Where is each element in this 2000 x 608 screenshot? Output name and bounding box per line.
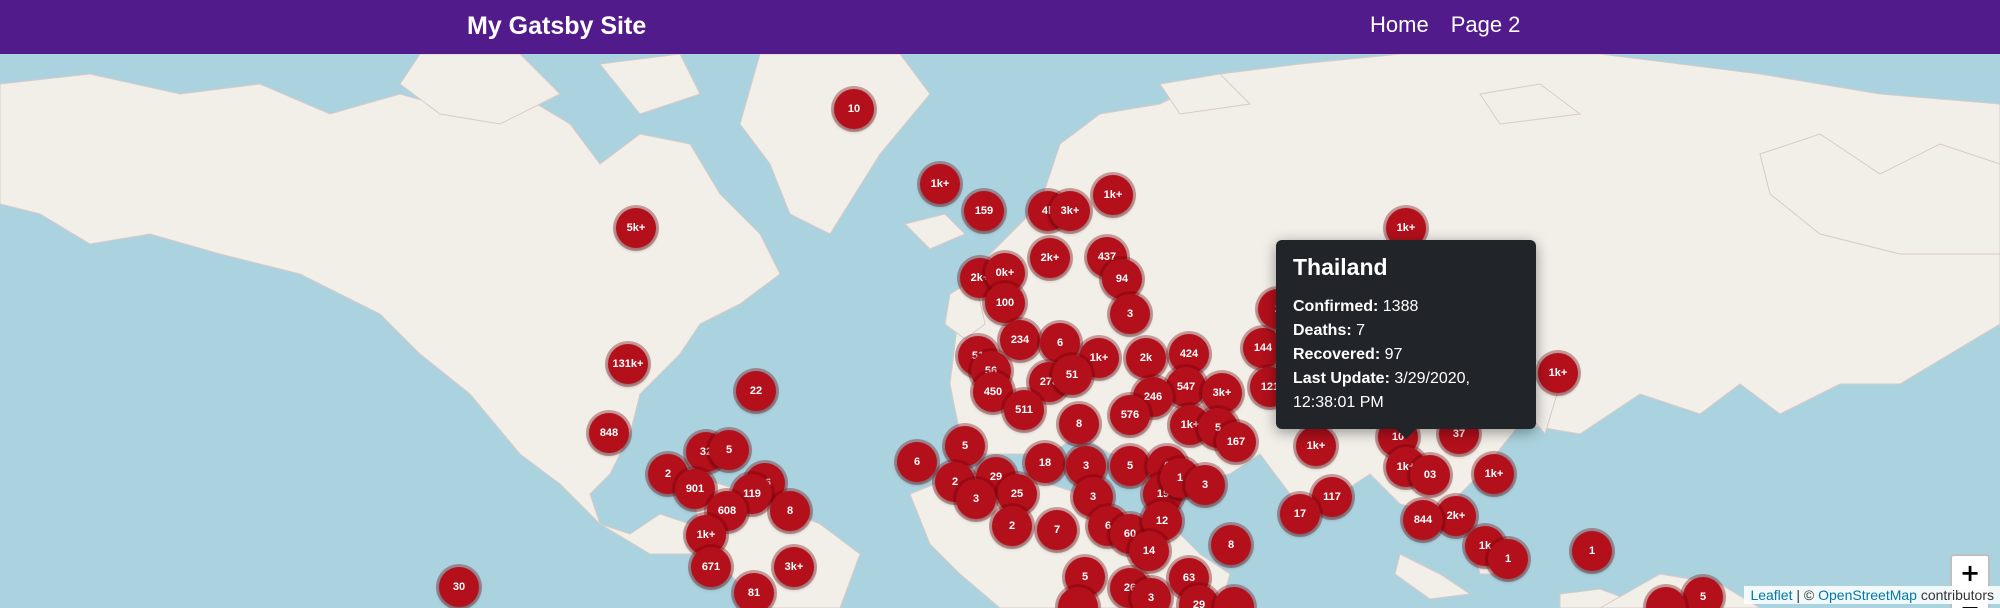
popup-tip	[1396, 429, 1416, 439]
cluster-marker[interactable]: 848	[589, 413, 629, 453]
cluster-marker[interactable]: 8	[1211, 525, 1251, 565]
cluster-marker[interactable]: 5	[945, 426, 985, 466]
cluster-marker[interactable]: 94	[1102, 259, 1142, 299]
popup-label: Last Update:	[1293, 370, 1390, 387]
country-popup[interactable]: Thailand Confirmed: 1388 Deaths: 7 Recov…	[1276, 240, 1536, 439]
attribution-separator: | ©	[1796, 587, 1815, 603]
popup-country-name: Thailand	[1293, 254, 1388, 280]
cluster-marker[interactable]: 2	[992, 506, 1032, 546]
map[interactable]: 10 1k+ 159 4k 3k+ 1k+ 5k+ 2k+ 437 2k+ 0k+ 94 100 3 234…	[0, 54, 2000, 608]
cluster-marker[interactable]: 5k+	[616, 208, 656, 248]
cluster-marker[interactable]: 511	[1004, 390, 1044, 430]
cluster-marker[interactable]: 1k+	[1538, 353, 1578, 393]
attribution-contributors: contributors	[1920, 587, 1994, 603]
cluster-marker[interactable]: 167	[1216, 422, 1256, 462]
cluster-marker[interactable]: 6	[897, 442, 937, 482]
cluster-marker[interactable]: 3k+	[1202, 373, 1242, 413]
cluster-marker[interactable]: 5	[709, 430, 749, 470]
leaflet-link[interactable]: Leaflet	[1750, 587, 1792, 603]
popup-label: Recovered:	[1293, 346, 1381, 363]
cluster-marker[interactable]: 2k	[1126, 338, 1166, 378]
cluster-marker[interactable]: 03	[1410, 455, 1450, 495]
popup-label: Deaths:	[1293, 322, 1352, 339]
map-attribution: Leaflet | © OpenStreetMap contributors	[1744, 586, 2000, 604]
cluster-marker[interactable]: 844	[1403, 500, 1443, 540]
cluster-marker[interactable]: 2k+	[1030, 238, 1070, 278]
popup-row-deaths: Deaths: 7	[1293, 319, 1520, 343]
cluster-marker[interactable]: 8	[1059, 404, 1099, 444]
cluster-marker[interactable]: 1	[1488, 539, 1528, 579]
cluster-marker[interactable]: 18	[1025, 443, 1065, 483]
popup-row-confirmed: Confirmed: 1388	[1293, 295, 1520, 319]
main-nav: Home Page 2	[1370, 12, 1520, 38]
popup-row-last-update: Last Update: 3/29/2020, 12:38:01 PM	[1293, 367, 1520, 415]
cluster-marker[interactable]: 1k+	[1474, 454, 1514, 494]
cluster-marker[interactable]: 1k+	[920, 164, 960, 204]
nav-link-page-2[interactable]: Page 2	[1451, 12, 1521, 38]
cluster-marker[interactable]: 131k+	[608, 344, 648, 384]
popup-value: 1388	[1382, 298, 1419, 315]
cluster-marker[interactable]: 3	[956, 479, 996, 519]
popup-value: 7	[1356, 322, 1366, 339]
cluster-marker[interactable]: 100	[985, 283, 1025, 323]
cluster-marker[interactable]: 81	[734, 573, 774, 608]
popup-value: 97	[1384, 346, 1403, 363]
cluster-marker[interactable]: 159	[964, 191, 1004, 231]
cluster-marker[interactable]: 3k+	[774, 547, 814, 587]
cluster-marker[interactable]: 671	[691, 547, 731, 587]
zoom-in-button[interactable]: +	[1952, 556, 1988, 590]
cluster-marker[interactable]: 3	[1185, 465, 1225, 505]
cluster-marker[interactable]: 1k+	[1093, 175, 1133, 215]
cluster-marker[interactable]: 234	[1000, 320, 1040, 360]
cluster-marker[interactable]: 51	[1052, 355, 1092, 395]
cluster-marker[interactable]: 10	[834, 89, 874, 129]
cluster-marker[interactable]: 5	[1110, 446, 1150, 486]
cluster-marker[interactable]: 576	[1110, 395, 1150, 435]
cluster-marker[interactable]: 30	[439, 567, 479, 607]
cluster-marker[interactable]: 8	[770, 491, 810, 531]
cluster-marker[interactable]: 17	[1280, 494, 1320, 534]
cluster-marker[interactable]: 3k+	[1050, 191, 1090, 231]
site-header: My Gatsby Site Home Page 2	[0, 0, 2000, 54]
cluster-marker[interactable]: 1k+	[1296, 426, 1336, 466]
site-title[interactable]: My Gatsby Site	[467, 12, 646, 41]
openstreetmap-link[interactable]: OpenStreetMap	[1818, 587, 1917, 603]
nav-link-home[interactable]: Home	[1370, 12, 1429, 38]
popup-label: Confirmed:	[1293, 298, 1379, 315]
cluster-marker[interactable]: 3	[1110, 294, 1150, 334]
popup-row-recovered: Recovered: 97	[1293, 343, 1520, 367]
cluster-marker[interactable]: 1	[1572, 531, 1612, 571]
cluster-marker[interactable]: 7	[1037, 510, 1077, 550]
cluster-marker[interactable]: 22	[736, 371, 776, 411]
cluster-marker[interactable]: 14	[1129, 531, 1169, 571]
